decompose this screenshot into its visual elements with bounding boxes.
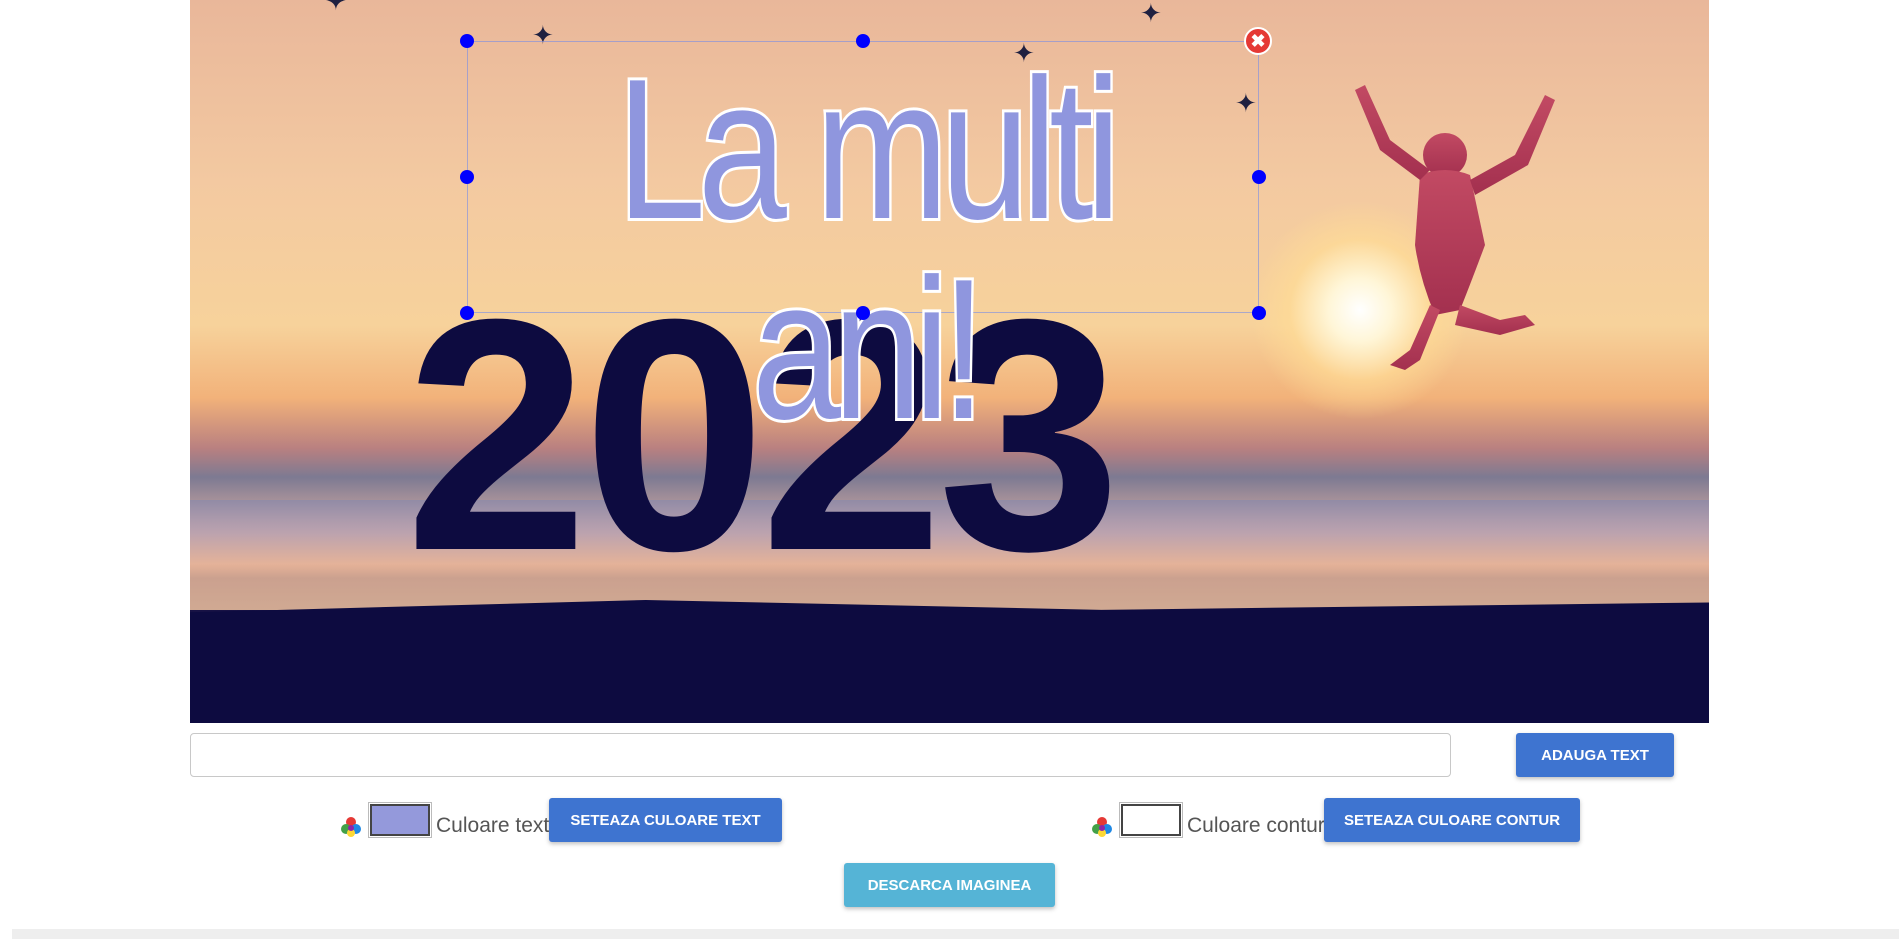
palette-icon[interactable]	[340, 816, 362, 838]
greeting-text[interactable]: La multi ani!	[549, 47, 1181, 453]
resize-handle-top-middle[interactable]	[856, 34, 870, 48]
resize-handle-bottom-middle[interactable]	[856, 306, 870, 320]
text-color-label: Culoare text	[436, 814, 550, 837]
outline-color-row: Culoare contur	[1091, 800, 1325, 840]
resize-handle-middle-left[interactable]	[460, 170, 474, 184]
set-text-color-button[interactable]: SETEAZA CULOARE TEXT	[549, 798, 782, 842]
text-color-row: Culoare text	[340, 800, 549, 840]
bird-icon: ✦	[325, 0, 347, 16]
resize-handle-bottom-left[interactable]	[460, 306, 474, 320]
palette-icon[interactable]	[1091, 816, 1113, 838]
footer-bar	[12, 929, 1899, 939]
outline-color-label: Culoare contur	[1187, 814, 1325, 837]
jumping-person-silhouette	[1355, 85, 1555, 370]
outline-color-swatch[interactable]	[1119, 802, 1183, 838]
text-input[interactable]	[190, 733, 1451, 777]
bird-icon: ✦	[1140, 0, 1162, 28]
set-outline-color-button[interactable]: SETEAZA CULOARE CONTUR	[1324, 798, 1580, 842]
resize-handle-middle-right[interactable]	[1252, 170, 1266, 184]
resize-handle-top-left[interactable]	[460, 34, 474, 48]
add-text-button[interactable]: ADAUGA TEXT	[1516, 733, 1674, 777]
resize-handle-bottom-right[interactable]	[1252, 306, 1266, 320]
delete-text-close-icon[interactable]: ✖	[1244, 27, 1272, 55]
download-image-button[interactable]: DESCARCA IMAGINEA	[844, 863, 1055, 907]
text-color-swatch[interactable]	[368, 802, 432, 838]
